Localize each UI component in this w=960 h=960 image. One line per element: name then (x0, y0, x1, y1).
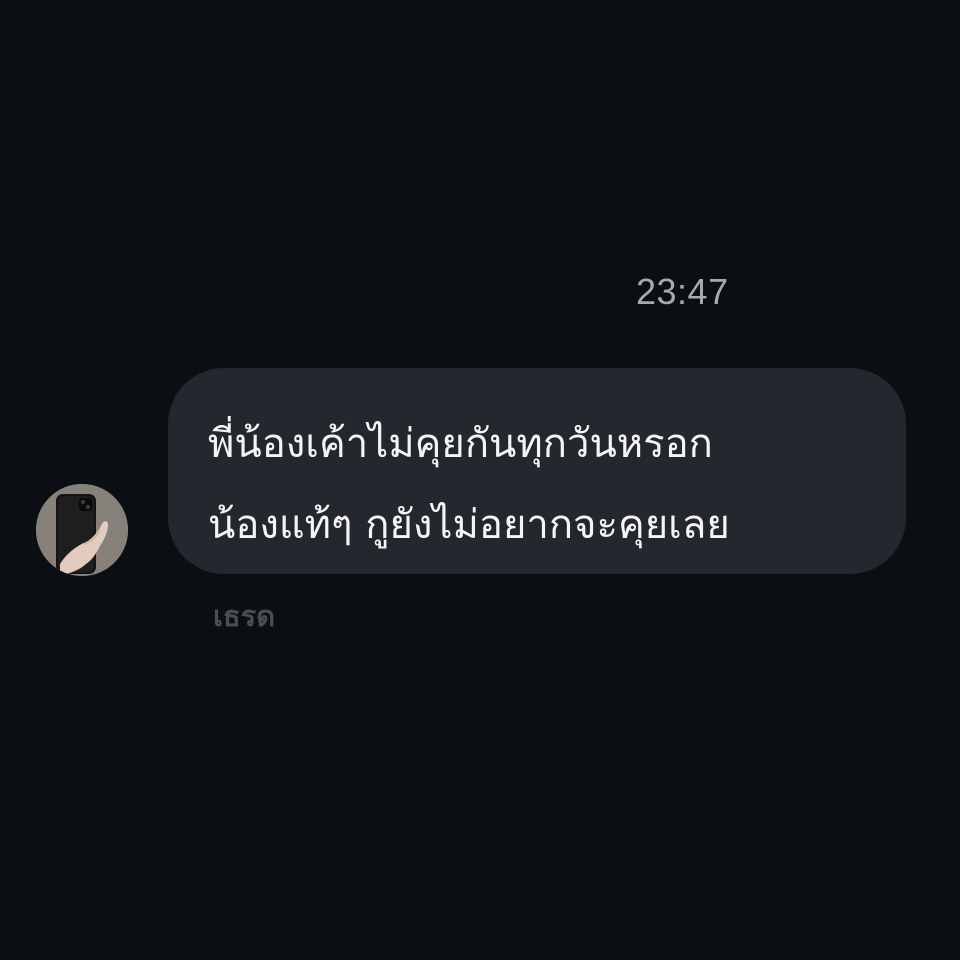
sender-name: เธรด (213, 599, 276, 633)
avatar[interactable] (36, 484, 128, 576)
message-bubble[interactable]: พี่น้องเค้าไม่คุยกันทุกวันหรอก น้องแท้ๆ … (168, 368, 906, 574)
chat-screen: 23:47 พี่น้องเค้าไม่คุยกันทุกวันหรอก น้อ… (0, 0, 960, 960)
avatar-photo-icon (36, 484, 128, 576)
message-line-1: พี่น้องเค้าไม่คุยกันทุกวันหรอก (208, 421, 713, 467)
message-line-2: น้องแท้ๆ กูยังไม่อยากจะคุยเลย (208, 502, 730, 548)
incoming-message-row: พี่น้องเค้าไม่คุยกันทุกวันหรอก น้องแท้ๆ … (0, 0, 960, 960)
